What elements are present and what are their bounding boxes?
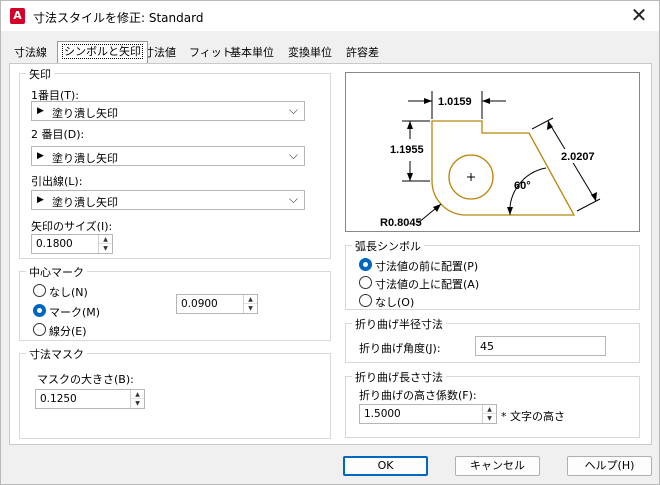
spin-up-icon[interactable]: ▲ xyxy=(483,405,496,414)
tab-symbols-arrows[interactable]: シンボルと矢印 xyxy=(57,41,148,63)
second-arrow-label: 2 番目(D): xyxy=(31,128,85,141)
linear-jog-group-title: 折り曲げ長さ寸法 xyxy=(352,369,446,385)
leader-arrow-select[interactable]: ▶ 塗り潰し矢印 ⌵ xyxy=(31,190,305,210)
arc-symbol-none-radio[interactable] xyxy=(359,294,372,307)
dimension-break-group-title: 寸法マスク xyxy=(26,346,87,362)
title-bar: A 寸法スタイルを修正: Standard ✕ xyxy=(1,1,659,31)
preview-radius: R0.8045 xyxy=(380,217,422,229)
filled-arrow-icon: ▶ xyxy=(37,151,44,161)
spin-up-icon[interactable]: ▲ xyxy=(99,235,112,244)
arrowheads-group-title: 矢印 xyxy=(26,66,54,82)
close-icon[interactable]: ✕ xyxy=(629,4,649,26)
chevron-down-icon: ⌵ xyxy=(288,192,298,206)
chevron-down-icon: ⌵ xyxy=(288,148,298,162)
preview-drawing: 1.0159 1.1955 2.0207 60° R0.8045 xyxy=(380,91,601,229)
center-mark-none-radio[interactable] xyxy=(33,284,46,297)
center-mark-mark-label: マーク(M) xyxy=(49,306,101,319)
spin-down-icon[interactable]: ▼ xyxy=(99,244,112,253)
center-mark-none-label: なし(N) xyxy=(49,286,88,299)
tab-tolerances[interactable]: 許容差 xyxy=(342,43,383,63)
cancel-button[interactable]: キャンセル xyxy=(455,456,540,476)
arrow-size-label: 矢印のサイズ(I): xyxy=(31,220,113,233)
arc-symbol-above-label: 寸法値の上に配置(A) xyxy=(375,278,480,291)
preview-part-outline xyxy=(431,120,576,216)
tab-alternate-units[interactable]: 変換単位 xyxy=(284,43,336,63)
center-mark-line-label: 線分(E) xyxy=(49,325,87,338)
break-size-label: マスクの大きさ(B): xyxy=(37,373,134,386)
preview-dim-slanted: 2.0207 xyxy=(561,151,595,163)
jog-height-label: 折り曲げの高さ係数(F): xyxy=(359,389,477,402)
arc-symbol-before-label: 寸法値の前に配置(P) xyxy=(375,260,479,273)
preview-dim-top: 1.0159 xyxy=(438,96,472,108)
second-arrow-select[interactable]: ▶ 塗り潰し矢印 ⌵ xyxy=(31,146,305,166)
center-mark-mark-radio[interactable] xyxy=(33,304,46,317)
jog-height-suffix: * 文字の高さ xyxy=(501,410,565,423)
arc-symbol-before-radio[interactable] xyxy=(359,258,372,271)
center-mark-size-spinner[interactable]: 0.0900 ▲ ▼ xyxy=(176,294,258,314)
arc-symbol-none-label: なし(O) xyxy=(375,296,415,309)
break-size-spinner[interactable]: 0.1250 ▲ ▼ xyxy=(35,389,145,409)
filled-arrow-icon: ▶ xyxy=(37,195,44,205)
filled-arrow-icon: ▶ xyxy=(37,106,44,116)
spin-down-icon[interactable]: ▼ xyxy=(244,304,257,313)
spin-up-icon[interactable]: ▲ xyxy=(131,390,144,399)
arc-symbol-above-radio[interactable] xyxy=(359,276,372,289)
tab-dimension-lines[interactable]: 寸法線 xyxy=(10,43,51,63)
help-button[interactable]: ヘルプ(H) xyxy=(567,456,652,476)
arrow-size-spinner[interactable]: 0.1800 ▲ ▼ xyxy=(31,234,113,254)
arc-length-group-title: 弧長シンボル xyxy=(352,238,424,254)
spin-up-icon[interactable]: ▲ xyxy=(244,295,257,304)
radius-jog-group-title: 折り曲げ半径寸法 xyxy=(352,316,446,332)
preview-pane: 1.0159 1.1955 2.0207 60° R0.8045 xyxy=(345,72,640,232)
autocad-app-icon: A xyxy=(10,8,25,24)
jog-angle-input[interactable]: 45 xyxy=(475,336,606,356)
first-arrow-select[interactable]: ▶ 塗り潰し矢印 ⌵ xyxy=(31,101,305,121)
tab-primary-units[interactable]: 基本単位 xyxy=(226,43,278,63)
spin-down-icon[interactable]: ▼ xyxy=(131,399,144,408)
ok-button[interactable]: OK xyxy=(343,456,428,476)
center-mark-line-radio[interactable] xyxy=(33,323,46,336)
spin-down-icon[interactable]: ▼ xyxy=(483,414,496,423)
jog-angle-label: 折り曲げ角度(J): xyxy=(359,342,441,355)
chevron-down-icon: ⌵ xyxy=(288,103,298,117)
preview-angle: 60° xyxy=(514,180,531,192)
center-marks-group-title: 中心マーク xyxy=(26,264,87,280)
preview-dim-left: 1.1955 xyxy=(390,144,424,156)
jog-height-spinner[interactable]: 1.5000 ▲ ▼ xyxy=(359,404,497,424)
leader-arrow-label: 引出線(L): xyxy=(31,175,83,188)
dialog-window: A 寸法スタイルを修正: Standard ✕ 寸法線 シンボルと矢印 寸法値 … xyxy=(0,0,660,485)
window-title: 寸法スタイルを修正: Standard xyxy=(33,11,204,25)
